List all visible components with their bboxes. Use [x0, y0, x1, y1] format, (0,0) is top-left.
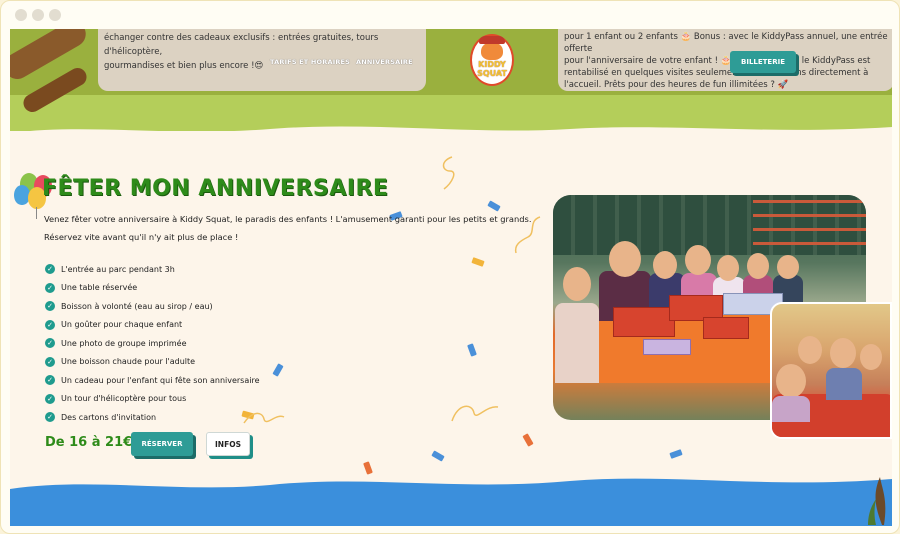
list-item: ✓ Un tour d'hélicoptère pour tous: [45, 390, 260, 409]
confetti-decoration: [487, 200, 501, 212]
mascot-icon: [479, 36, 505, 60]
list-item-label: Une photo de groupe imprimée: [61, 338, 187, 348]
logo-text: KIDDY: [478, 60, 506, 69]
browser-frame: échanger contre des cadeaux exclusifs : …: [0, 0, 900, 534]
check-circle-icon: ✓: [45, 301, 55, 312]
window-dot-icon[interactable]: [49, 9, 61, 21]
check-circle-icon: ✓: [45, 393, 55, 404]
nav-link-tarifs[interactable]: TARIFS ET HORAIRES: [270, 55, 350, 69]
list-item-label: Une table réservée: [61, 283, 138, 293]
footer-wave-divider: [10, 478, 892, 526]
site-header: échanger contre des cadeaux exclusifs : …: [10, 29, 892, 145]
info-text: pour l'anniversaire de votre enfant ! 🎂 …: [564, 56, 752, 66]
info-text-row: pour l'anniversaire de votre enfant ! 🎂 …: [564, 55, 888, 67]
list-item-label: Un cadeau pour l'enfant qui fête son ann…: [61, 375, 260, 385]
list-item-label: Un tour d'hélicoptère pour tous: [61, 394, 187, 404]
list-item: ✓ Une photo de groupe imprimée: [45, 334, 260, 353]
list-item-label: Une boisson chaude pour l'adulte: [61, 357, 196, 367]
window-controls: [15, 9, 61, 21]
section-title: FÊTER MON ANNIVERSAIRE: [42, 176, 389, 201]
confetti-decoration: [471, 257, 485, 267]
check-circle-icon: ✓: [45, 375, 55, 386]
list-item: ✓ Un goûter pour chaque enfant: [45, 316, 260, 335]
streamer-decoration: [451, 405, 499, 422]
included-items-list: ✓ L'entrée au parc pendant 3h ✓ Une table …: [45, 260, 260, 427]
confetti-decoration: [467, 343, 477, 357]
list-item: ✓ Un cadeau pour l'enfant qui fête son an…: [45, 371, 260, 390]
confetti-decoration: [522, 433, 534, 447]
check-circle-icon: ✓: [45, 264, 55, 275]
info-text: pour 1 enfant ou 2 enfants 🎂 Bonus : ave…: [564, 32, 888, 54]
intro-text: Réservez vite avant qu'il n'y ait plus d…: [44, 232, 239, 242]
window-dot-icon[interactable]: [32, 9, 44, 21]
list-item-label: L'entrée au parc pendant 3h: [61, 264, 175, 274]
list-item-label: Un goûter pour chaque enfant: [61, 320, 183, 330]
billetterie-button[interactable]: BILLETERIE: [730, 51, 796, 73]
confetti-decoration: [431, 450, 445, 462]
intro-text: Venez fêter votre anniversaire à Kiddy S…: [44, 214, 532, 224]
confetti-decoration: [272, 363, 284, 377]
list-item: ✓ L'entrée au parc pendant 3h: [45, 260, 260, 279]
confetti-decoration: [669, 449, 683, 459]
kiddypass-info-panel: pour 1 enfant ou 2 enfants 🎂 Bonus : ave…: [558, 29, 892, 91]
header-wave-divider: [10, 126, 892, 145]
price-range: De 16 à 21€: [45, 435, 133, 450]
check-circle-icon: ✓: [45, 319, 55, 330]
info-text-row: rentabilisé en quelques visites seulemen…: [564, 67, 888, 79]
check-circle-icon: ✓: [45, 356, 55, 367]
list-item: ✓ Des cartons d'invitation: [45, 408, 260, 427]
list-item: ✓ Une table réservée: [45, 279, 260, 298]
info-text: le KiddyPass est: [801, 56, 871, 66]
kiddy-squat-logo[interactable]: KIDDY SQUAT: [470, 34, 514, 86]
list-item-label: Des cartons d'invitation: [61, 412, 157, 422]
list-item-label: Boisson à volonté (eau au sirop / eau): [61, 301, 213, 311]
list-item: ✓ Une boisson chaude pour l'adulte: [45, 353, 260, 372]
page-viewport: échanger contre des cadeaux exclusifs : …: [10, 29, 892, 526]
nav-link-anniversaire[interactable]: ANNIVERSAIRE: [356, 55, 413, 69]
loyalty-info-panel: échanger contre des cadeaux exclusifs : …: [98, 29, 426, 91]
info-text: rentabilisé en quelques visites seulemen…: [564, 68, 747, 78]
party-photo-small: [770, 302, 892, 439]
logo-text: SQUAT: [477, 69, 507, 78]
infos-button[interactable]: INFOS: [206, 432, 250, 456]
check-circle-icon: ✓: [45, 412, 55, 423]
check-circle-icon: ✓: [45, 338, 55, 349]
window-dot-icon[interactable]: [15, 9, 27, 21]
reserve-button[interactable]: RÉSERVER: [131, 432, 193, 456]
plant-decoration: [868, 477, 886, 525]
list-item: ✓ Boisson à volonté (eau au sirop / eau): [45, 297, 260, 316]
streamer-decoration: [442, 156, 455, 190]
info-text: l'accueil. Prêts pour des heures de fun …: [564, 80, 789, 90]
info-text: ons directement à: [791, 68, 869, 78]
check-circle-icon: ✓: [45, 282, 55, 293]
